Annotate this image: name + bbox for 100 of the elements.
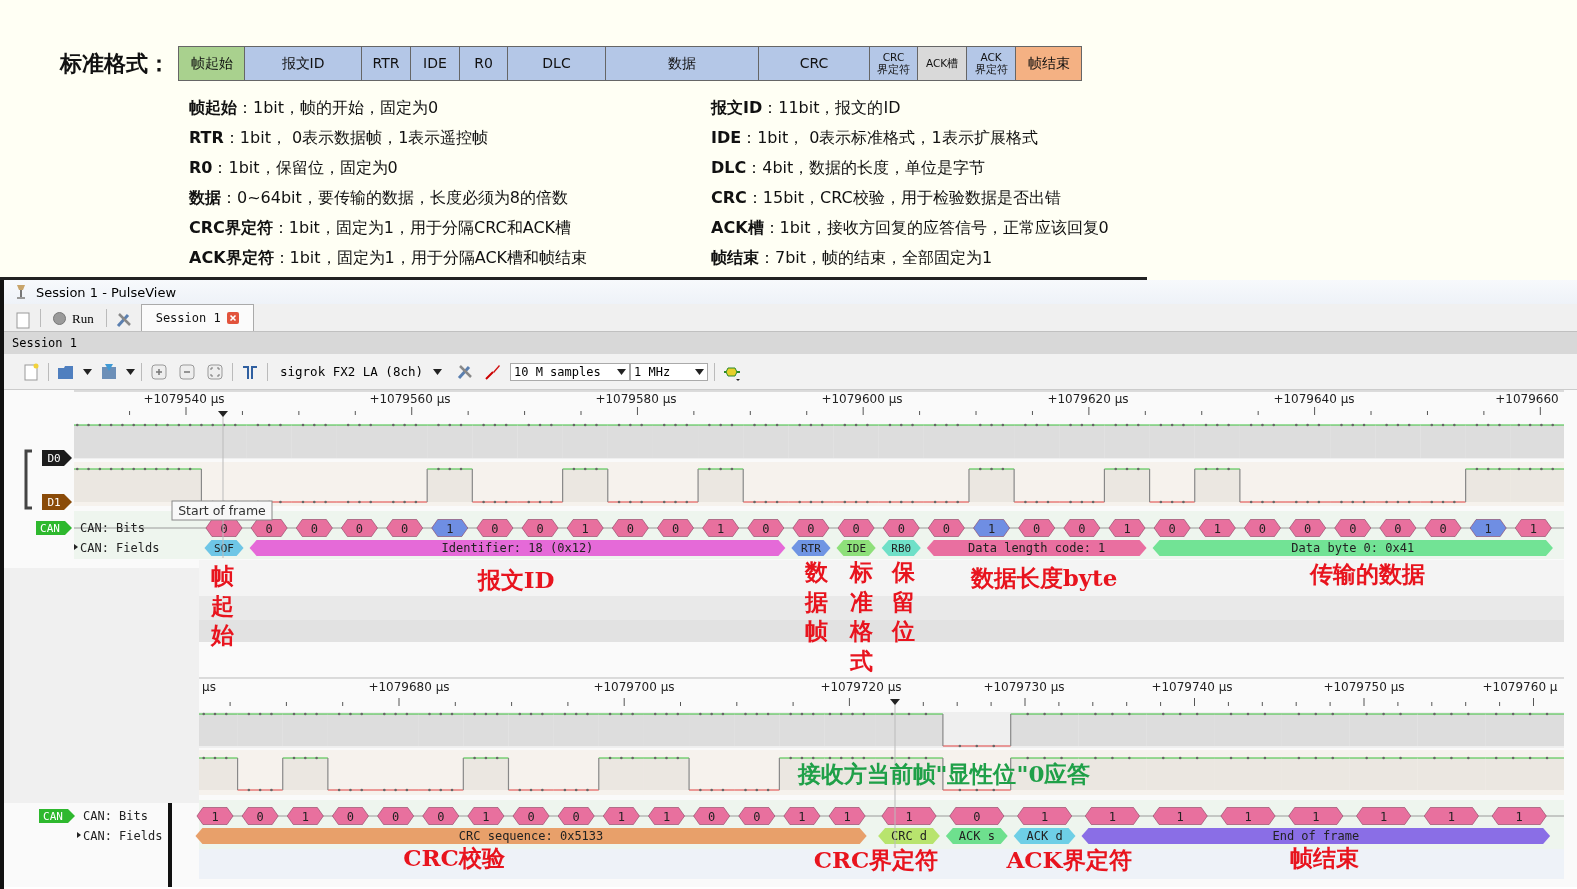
bit-marker: 1 [1515,519,1552,537]
description-text: 数据：0~64bit，要传输的数据，长度必须为8的倍数 [189,187,569,209]
annotation-text: 帧结束 [1289,844,1359,871]
bit-marker: 1 [783,807,821,825]
channel-tag[interactable]: D1 [42,494,72,510]
annotation-text: 数据长度byte [970,564,1118,591]
window-title: Session 1 - PulseView [36,284,177,300]
frame-field: CRC [759,47,870,80]
samplerate-dropdown[interactable]: 1 MHz [630,362,708,381]
bit-marker: 0 [1334,519,1372,537]
bit-marker: 0 [1289,519,1326,537]
frame-field: CRC 界定符 [870,47,918,80]
expand-icon[interactable] [74,544,78,550]
field-marker: CRC d [878,828,940,844]
field-marker: CRC sequence: 0x5133 [195,828,867,844]
format-title: 标准格式： [60,49,171,78]
bit-marker: 0 [1063,519,1101,537]
bit-marker: 0 [837,519,875,537]
frame-field: 帧起始 [179,47,245,80]
bit-marker: 1 [1152,807,1208,825]
bit-marker: 0 [295,519,333,537]
channel-tag[interactable]: D0 [42,450,72,466]
frame-field: R0 [460,47,508,80]
bit-marker: 0 [521,519,559,537]
caret-icon [617,368,626,375]
bit-marker: 1 [467,807,505,825]
bit-marker: 0 [747,519,785,537]
tooltip: Start of frame [171,500,273,521]
bit-marker: 1 [1288,807,1344,825]
annotation-text: 接收方当前帧"显性位"0应答 [797,760,1091,787]
bit-marker: 1 [973,519,1010,537]
decoder-row-label: CAN: Fields [83,829,163,843]
bit-marker: 0 [557,807,595,825]
session-tab[interactable]: Session 1 [140,304,254,331]
description-text: CRC：15bit，CRC校验，用于检验数据是否出错 [711,187,1062,209]
bit-marker: 1 [828,807,866,825]
bit-marker: 1 [1424,807,1479,825]
time-label: +1079580 µs [595,392,677,406]
time-label: +1079660 [1495,392,1559,406]
bit-marker: 1 [702,519,739,537]
field-marker: End of frame [1081,828,1551,844]
bit-marker: 0 [422,807,460,825]
caret-icon[interactable] [126,368,135,375]
field-marker: IDE [836,540,876,556]
time-label: +1079760 µ [1482,680,1558,694]
bit-marker: 0 [949,807,1005,825]
zoom-fit-icon [205,361,225,382]
bit-marker: 1 [1198,519,1236,537]
caret-icon [695,368,704,375]
frame-field: ACK 界定符 [967,47,1016,80]
run-button[interactable]: Run [47,306,100,331]
field-marker: Data length code: 1 [926,540,1147,556]
bit-marker: 0 [241,807,279,825]
bit-marker: 0 [512,807,550,825]
bit-marker: 0 [738,807,776,825]
annotation-text: 帧起始 [210,562,234,648]
device-dropdown[interactable]: sigrok FX2 LA (8ch) [274,364,448,379]
decoder-row-label: CAN: Bits [83,809,149,823]
bit-marker: 1 [431,519,469,537]
description-text: ACK槽：1bit，接收方回复的应答信号，正常应该回复0 [711,217,1110,239]
annotation-text: 标准格式 [849,558,873,674]
channel-group-bracket [24,449,32,510]
time-label: +1079600 µs [821,392,903,406]
description-text: CRC界定符：1bit，固定为1，用于分隔CRC和ACK槽 [189,217,573,239]
close-icon[interactable] [226,312,239,324]
zoom-in-icon [149,361,169,382]
bit-marker: 0 [693,807,730,825]
annotation-text: CRC界定符 [813,846,939,873]
bit-marker: 0 [377,807,414,825]
field-marker: SOF [204,540,244,556]
frame-field: DLC [508,47,606,80]
frame-field: IDE [411,47,460,80]
samples-dropdown[interactable]: 10 M samples [510,362,630,381]
time-label: +1079730 µs [983,680,1065,694]
bit-marker: 0 [882,519,920,537]
bit-marker: 0 [612,519,649,537]
field-marker: Data byte 0: 0x41 [1152,540,1553,556]
bit-marker: 1 [1491,807,1547,825]
bit-marker: 0 [476,519,514,537]
bit-marker: 1 [196,807,234,825]
description-text: DLC：4bit，数据的长度，单位是字节 [711,157,987,179]
annotation-text: 数据帧 [804,558,828,644]
save-icon [99,361,119,382]
bit-marker: 1 [648,807,685,825]
bit-marker: 0 [1018,519,1056,537]
expand-icon[interactable] [77,832,81,838]
frame-field: ACK槽 [918,47,967,80]
description-text: 报文ID：11bit，报文的ID [711,97,902,119]
caret-icon[interactable] [83,368,92,375]
description-text: 帧结束：7bit，帧的结束，全部固定为1 [711,247,994,269]
decoder-row-label: CAN: Fields [80,541,160,555]
field-marker: Identifier: 18 (0x12) [249,540,786,556]
description-text: ACK界定符：1bit，固定为1，用于分隔ACK槽和帧结束 [189,247,589,269]
frame-field: 帧结束 [1016,47,1081,80]
circle-icon [53,312,66,325]
time-label: +1079700 µs [593,680,675,694]
bit-marker: 0 [792,519,830,537]
annotation-text: 保留位 [891,558,915,644]
description-text: 帧起始：1bit，帧的开始，固定为0 [189,97,440,119]
time-label: +1079560 µs [369,392,451,406]
